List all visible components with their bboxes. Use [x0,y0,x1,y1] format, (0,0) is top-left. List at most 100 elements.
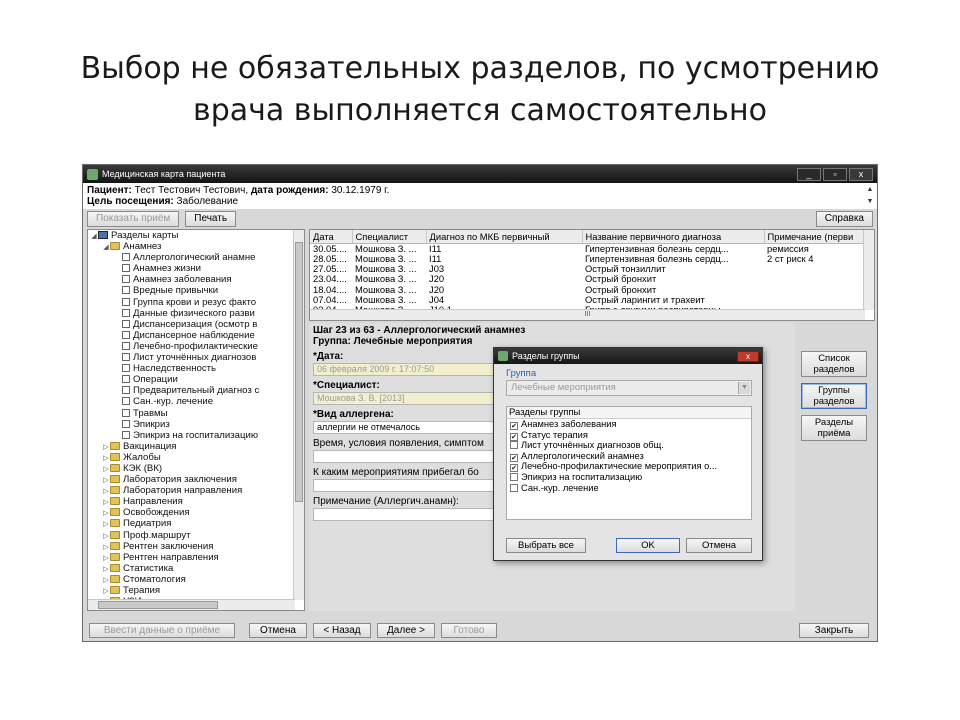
tree-item[interactable]: Анамнез жизни [88,263,304,274]
grid-vertical-scrollbar[interactable] [863,230,874,310]
tree-vscroll-thumb[interactable] [295,242,303,502]
tree-item[interactable]: ▷ Лаборатория заключения [88,474,304,485]
close-window-button[interactable]: x [849,167,873,181]
tree-item[interactable]: ▷ Рентген направления [88,552,304,563]
table-row[interactable]: 23.04.... Мошкова З. ... J20 Острый бронхит [310,274,864,284]
tree-item[interactable]: Данные физического разви [88,308,304,319]
tree-item[interactable]: Эпикриз [88,419,304,430]
column-header[interactable]: Примечание (перви [764,230,865,244]
column-header[interactable]: Специалист [352,230,427,244]
tree-item[interactable]: ▷ Освобождения [88,507,304,518]
date-field[interactable]: 06 февраля 2009 г. 17:07:50 [313,363,495,376]
section-checkbox-item[interactable]: Сан.-кур. лечение [507,483,751,494]
checkbox-unchecked[interactable] [510,472,518,481]
visit-sections-button[interactable]: Разделы приёма [801,415,867,441]
tree-item[interactable]: ▷ Лаборатория направления [88,485,304,496]
dialog-cancel-button[interactable]: Отмена [686,538,752,553]
column-header[interactable]: Дата [310,230,353,244]
dialog-titlebar[interactable]: Разделы группы x [494,348,762,364]
section-groups-button[interactable]: Группы разделов [801,383,867,409]
section-checkbox-item[interactable]: ✔ Лечебно-профилактические мероприятия о.… [507,461,751,473]
tree-item[interactable]: Предварительный диагноз с [88,385,304,396]
tree-item[interactable]: Диспансеризация (осмотр в [88,319,304,330]
tree-item[interactable]: ◢ Анамнез [88,241,304,252]
checkbox-unchecked[interactable] [510,483,518,492]
table-row[interactable]: 27.05.... Мошкова З. ... J03 Острый тонзилл… [310,264,864,274]
table-row[interactable]: 18.04.... Мошкова З. ... J20 Острый бронхит [310,284,864,294]
tree-item[interactable]: Лист уточнённых диагнозов [88,352,304,363]
select-all-button[interactable]: Выбрать все [506,538,586,553]
dialog-close-button[interactable]: x [737,350,759,362]
tree-item[interactable]: ▷ Рентген заключения [88,541,304,552]
print-button[interactable]: Печать [185,211,237,227]
tree-item[interactable]: ▷ Педиатрия [88,518,304,529]
back-button[interactable]: < Назад [313,623,371,638]
specialist-field[interactable]: Мошкова З. В. [2013] [313,392,495,405]
help-button[interactable]: Справка [815,211,873,227]
tree-item[interactable]: Аллергологический анамне [88,252,304,263]
table-row[interactable]: 07.04.... Мошкова З. ... J04 Острый ларинги… [310,295,864,305]
tree-item[interactable]: Травмы [88,408,304,419]
tree-item-label: Лаборатория заключения [123,474,237,486]
tree-item[interactable]: Наследственность [88,363,304,374]
maximize-button[interactable]: ▫ [823,167,847,181]
tree-item[interactable]: ▷ Направления [88,496,304,507]
tree-item-label: Эпикриз [133,418,170,430]
minimize-button[interactable]: _ [797,167,821,181]
close-button[interactable]: Закрыть [799,623,869,638]
group-select[interactable]: Лечебные мероприятия ▼ [506,380,752,396]
show-visit-button[interactable]: Показать приём [87,211,180,227]
tree-item[interactable]: Операции [88,374,304,385]
tree-hscroll-thumb[interactable] [98,601,218,609]
table-cell [764,284,864,294]
tree-item[interactable]: ▷ Терапия [88,585,304,596]
tree-item[interactable]: Сан.-кур. лечение [88,396,304,407]
sections-list-button[interactable]: Список разделов [801,351,867,377]
visit-sections-line-1: Разделы [814,417,854,428]
tree-item[interactable]: ▷ КЭК (ВК) [88,463,304,474]
patient-info-scroll[interactable]: ▲ ▼ [865,184,875,208]
tree-vertical-scrollbar[interactable] [293,230,304,600]
tree-horizontal-scrollbar[interactable] [88,599,295,610]
column-header[interactable]: Диагноз по МКБ первичный [426,230,583,244]
section-checkbox-item[interactable]: Эпикриз на госпитализацию [507,472,751,483]
section-checkbox-item[interactable]: Лист уточнённых диагнозов общ. [507,440,751,451]
ok-button[interactable]: OK [616,538,680,553]
sections-tree: ◢ Разделы карты ◢ Анамнез Аллергологический … [87,229,305,611]
note-field[interactable] [313,508,495,521]
tree-item[interactable]: Диспансерное наблюдение [88,330,304,341]
enter-visit-data-button[interactable]: Ввести данные о приёме [89,623,235,638]
sections-list-line-2: разделов [813,364,855,375]
allergen-field[interactable]: аллергии не отмечалось [313,421,495,434]
checkbox-unchecked[interactable] [510,441,518,450]
tree-item-label: Травмы [133,407,168,419]
cancel-button[interactable]: Отмена [249,623,307,638]
column-header[interactable]: Название первичного диагноза [582,230,765,244]
tree-item[interactable]: ▷ Вакцинация [88,441,304,452]
checkbox-checked[interactable]: ✔ [510,422,518,430]
section-checkbox-item[interactable]: ✔ Анамнез заболевания [507,419,751,430]
tree-item[interactable]: Анамнез заболевания [88,274,304,285]
tree-item-label: Группа крови и резус факто [133,296,257,308]
grid-horizontal-scrollbar[interactable]: III [310,309,865,320]
tree-item[interactable]: Вредные привычки [88,285,304,296]
time-conditions-field[interactable] [313,450,495,463]
table-row[interactable]: 28.05.... Мошкова З. ... I11 Гипертензивная… [310,254,864,264]
window-titlebar[interactable]: Медицинская карта пациента _ ▫ x [83,165,877,183]
tree-item[interactable]: Лечебно-профилактические [88,341,304,352]
next-button[interactable]: Далее > [377,623,435,638]
tree-item[interactable]: ▷ Стоматология [88,574,304,585]
tree-item[interactable]: Группа крови и резус факто [88,297,304,308]
section-checkbox-item[interactable]: ✔ Аллергологический анамнез [507,451,751,462]
tree-item[interactable]: ▷ Жалобы [88,452,304,463]
tree-item-label: Анамнез [123,241,162,253]
tree-item[interactable]: ◢ Разделы карты [88,230,304,241]
section-checkbox-item[interactable]: ✔ Статус терапия [507,430,751,441]
measures-field[interactable] [313,479,495,492]
done-button[interactable]: Готово [441,623,497,638]
tree-item[interactable]: ▷ Проф.маршрут [88,530,304,541]
table-row[interactable]: 30.05.... Мошкова З. ... I11 Гипертензивная… [310,243,864,254]
chevron-down-icon[interactable]: ▼ [738,382,750,394]
tree-item[interactable]: ▷ Статистика [88,563,304,574]
tree-item[interactable]: Эпикриз на госпитализацию [88,430,304,441]
